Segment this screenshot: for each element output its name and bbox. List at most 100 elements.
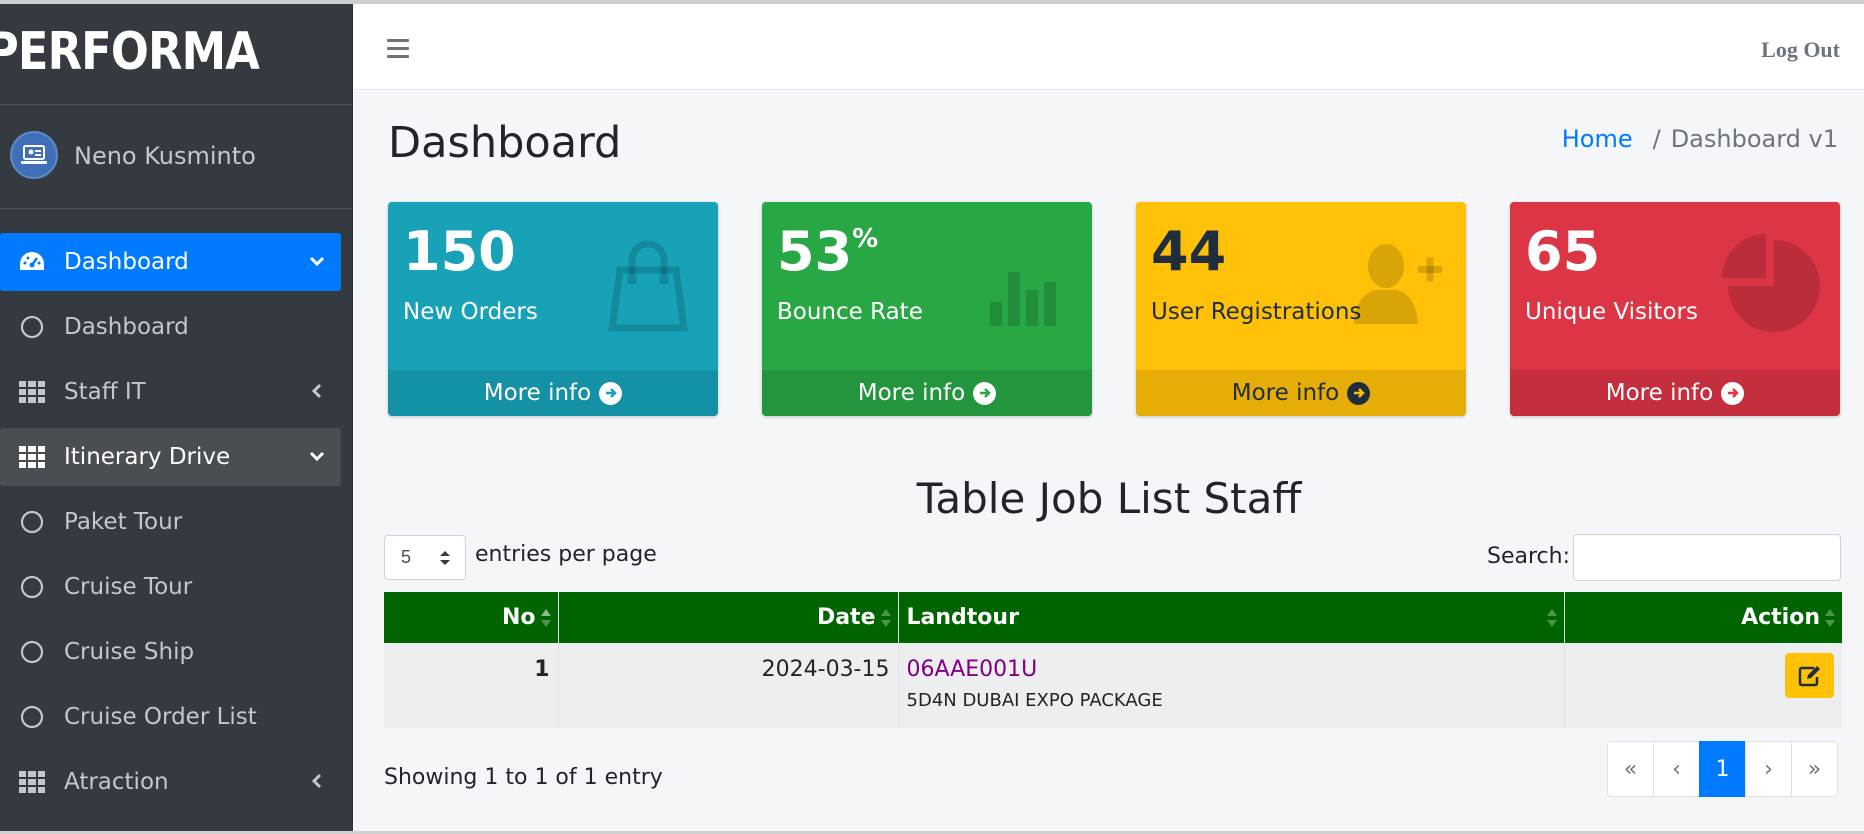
table-row: 1 2024-03-15 06AAE001U 5D4N DUBAI EXPO P… — [384, 643, 1842, 728]
more-info-link[interactable]: More info — [1136, 370, 1466, 416]
sidebar-item-cruise-ship[interactable]: Cruise Ship — [0, 623, 341, 681]
stat-label: New Orders — [403, 299, 538, 325]
sidebar-item-label: Cruise Order List — [64, 704, 257, 730]
column-header-date[interactable]: Date — [558, 592, 899, 643]
sidebar-item-label: Dashboard — [64, 314, 189, 340]
stat-box-bounce-rate: 53% Bounce Rate More info — [762, 202, 1092, 416]
page-title: Dashboard — [388, 118, 622, 168]
sidebar-item-cruise-tour[interactable]: Cruise Tour — [0, 558, 341, 616]
circle-icon — [18, 573, 46, 601]
main-content: Dashboard Home / Dashboard v1 150 New Orde… — [354, 91, 1864, 831]
chevron-left-icon — [307, 771, 327, 791]
cell-date: 2024-03-15 — [558, 643, 899, 728]
stat-box-new-orders: 150 New Orders More info — [388, 202, 718, 416]
user-laptop-icon — [21, 145, 47, 164]
landtour-name: 5D4N DUBAI EXPO PACKAGE — [906, 690, 1163, 711]
cell-no: 1 — [384, 643, 559, 728]
select-caret-icon — [439, 548, 451, 568]
more-info-link[interactable]: More info — [388, 370, 718, 416]
more-info-label: More info — [857, 380, 966, 406]
sidebar-item-atraction[interactable]: Atraction — [0, 753, 341, 811]
sort-icon — [880, 606, 892, 630]
chevron-down-icon — [307, 446, 327, 466]
user-panel[interactable]: Neno Kusminto — [0, 105, 352, 209]
logout-link[interactable]: Log Out — [1761, 37, 1840, 63]
arrow-circle-right-icon — [599, 381, 623, 405]
pie-chart-icon — [1720, 232, 1820, 332]
stat-number: 53% — [777, 220, 879, 283]
shopping-bag-icon — [598, 232, 698, 332]
sidebar-item-dashboard-menu[interactable]: Dashboard — [0, 233, 341, 291]
more-info-label: More info — [1605, 380, 1714, 406]
sort-icon — [1824, 606, 1836, 630]
top-navbar: Log Out — [354, 4, 1864, 90]
breadcrumb-home-link[interactable]: Home — [1562, 125, 1633, 153]
chevron-left-icon — [307, 381, 327, 401]
brand-logo-text: PERFORMA — [0, 22, 260, 82]
stat-box-user-registrations: 44 User Registrations More info — [1136, 202, 1466, 416]
page-first-button[interactable]: « — [1607, 741, 1654, 797]
circle-icon — [18, 508, 46, 536]
arrow-circle-right-icon — [1721, 381, 1745, 405]
grid-icon — [18, 378, 46, 406]
cell-landtour: 06AAE001U 5D4N DUBAI EXPO PACKAGE — [898, 643, 1565, 728]
sidebar-item-staff-it[interactable]: Staff IT — [0, 363, 341, 421]
hamburger-menu-icon[interactable] — [387, 39, 409, 58]
stat-box-unique-visitors: 65 Unique Visitors More info — [1510, 202, 1840, 416]
bar-chart-icon — [972, 232, 1072, 332]
sidebar-item-label: Cruise Tour — [64, 574, 193, 600]
sort-icon — [1546, 606, 1558, 630]
entries-per-page-select[interactable]: 5 — [384, 535, 466, 580]
avatar — [10, 131, 58, 179]
page-next-button[interactable]: › — [1745, 741, 1792, 797]
edit-icon — [1798, 665, 1820, 686]
table-info-text: Showing 1 to 1 of 1 entry — [384, 765, 663, 790]
more-info-link[interactable]: More info — [762, 370, 1092, 416]
breadcrumb-current: Dashboard v1 — [1670, 125, 1838, 153]
entries-per-page-label: entries per page — [475, 542, 657, 567]
page-last-button[interactable]: » — [1791, 741, 1838, 797]
sidebar-item-dashboard[interactable]: Dashboard — [0, 298, 341, 356]
sidebar-item-label: Paket Tour — [64, 509, 183, 535]
breadcrumb: Home / Dashboard v1 — [1562, 125, 1838, 153]
sidebar: PERFORMA Neno Kusminto Dashboard Dashboa… — [0, 4, 353, 831]
column-header-action[interactable]: Action — [1564, 592, 1842, 643]
app-frame: PERFORMA Neno Kusminto Dashboard Dashboa… — [0, 0, 1864, 834]
pagination: « ‹ 1 › » — [1607, 741, 1838, 797]
table-title: Table Job List Staff — [916, 474, 1302, 523]
grid-icon — [18, 768, 46, 796]
sidebar-item-label: Atraction — [64, 769, 169, 795]
stat-number: 44 — [1151, 220, 1227, 283]
user-plus-icon — [1346, 232, 1446, 332]
entries-per-page-value: 5 — [401, 547, 412, 567]
user-name[interactable]: Neno Kusminto — [74, 142, 256, 170]
sidebar-item-label: Staff IT — [64, 379, 146, 405]
sidebar-item-itinerary-drive[interactable]: Itinerary Drive — [0, 428, 341, 486]
column-header-landtour[interactable]: Landtour — [898, 592, 1565, 643]
arrow-circle-right-icon — [973, 381, 997, 405]
search-input[interactable] — [1573, 534, 1841, 581]
grid-icon — [18, 443, 46, 471]
more-info-label: More info — [1231, 380, 1340, 406]
sidebar-item-label: Dashboard — [64, 249, 189, 275]
breadcrumb-separator: / — [1652, 125, 1661, 153]
sidebar-item-paket-tour[interactable]: Paket Tour — [0, 493, 341, 551]
circle-icon — [18, 703, 46, 731]
sort-asc-icon — [540, 606, 552, 630]
column-header-no[interactable]: No — [384, 592, 559, 643]
cell-action — [1564, 643, 1842, 728]
search-label: Search: — [1487, 544, 1570, 569]
job-list-table: No Date Landtour Action 1 2024-03-15 06A… — [384, 592, 1842, 728]
more-info-label: More info — [483, 380, 592, 406]
sidebar-item-label: Itinerary Drive — [64, 444, 231, 470]
page-previous-button[interactable]: ‹ — [1653, 741, 1700, 797]
sidebar-item-cruise-order-list[interactable]: Cruise Order List — [0, 688, 341, 746]
edit-button[interactable] — [1785, 653, 1834, 698]
more-info-link[interactable]: More info — [1510, 370, 1840, 416]
page-number-button[interactable]: 1 — [1699, 741, 1746, 797]
sidebar-nav: Dashboard Dashboard Staff IT Itinerary D… — [0, 233, 341, 818]
stat-label: Bounce Rate — [777, 299, 923, 325]
stat-number: 65 — [1525, 220, 1601, 283]
landtour-code-link[interactable]: 06AAE001U — [907, 657, 1556, 682]
brand[interactable]: PERFORMA — [0, 4, 352, 105]
